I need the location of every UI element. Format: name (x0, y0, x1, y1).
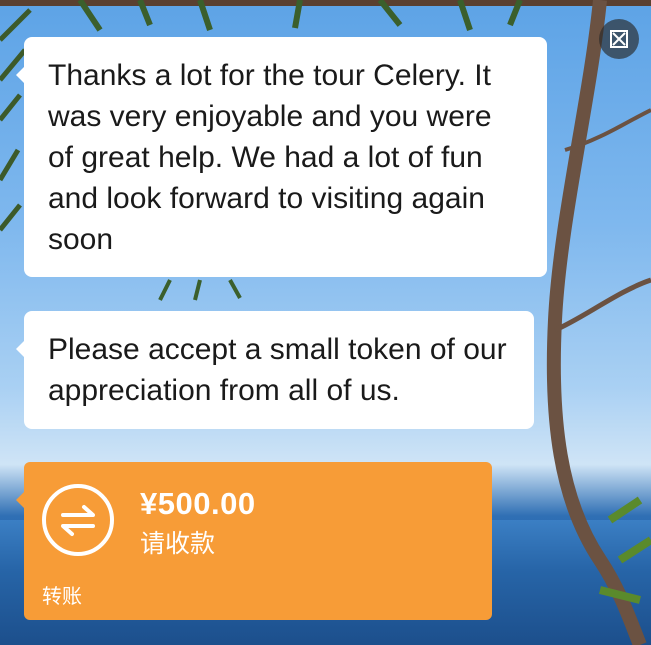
message-bubble[interactable]: Please accept a small token of our appre… (16, 311, 534, 429)
transfer-amount: ¥500.00 (140, 486, 256, 521)
message-text: Thanks a lot for the tour Celery. It was… (48, 59, 492, 256)
expand-icon[interactable] (599, 19, 639, 59)
transfer-label: 转账 (42, 584, 82, 608)
message-bubble[interactable]: Thanks a lot for the tour Celery. It was… (16, 37, 547, 277)
transfer-arrows-icon (42, 484, 114, 556)
transfer-card[interactable]: ¥500.00 请收款 转账 (16, 462, 492, 620)
transfer-status: 请收款 (140, 529, 216, 558)
message-text: Please accept a small token of our appre… (48, 333, 507, 407)
